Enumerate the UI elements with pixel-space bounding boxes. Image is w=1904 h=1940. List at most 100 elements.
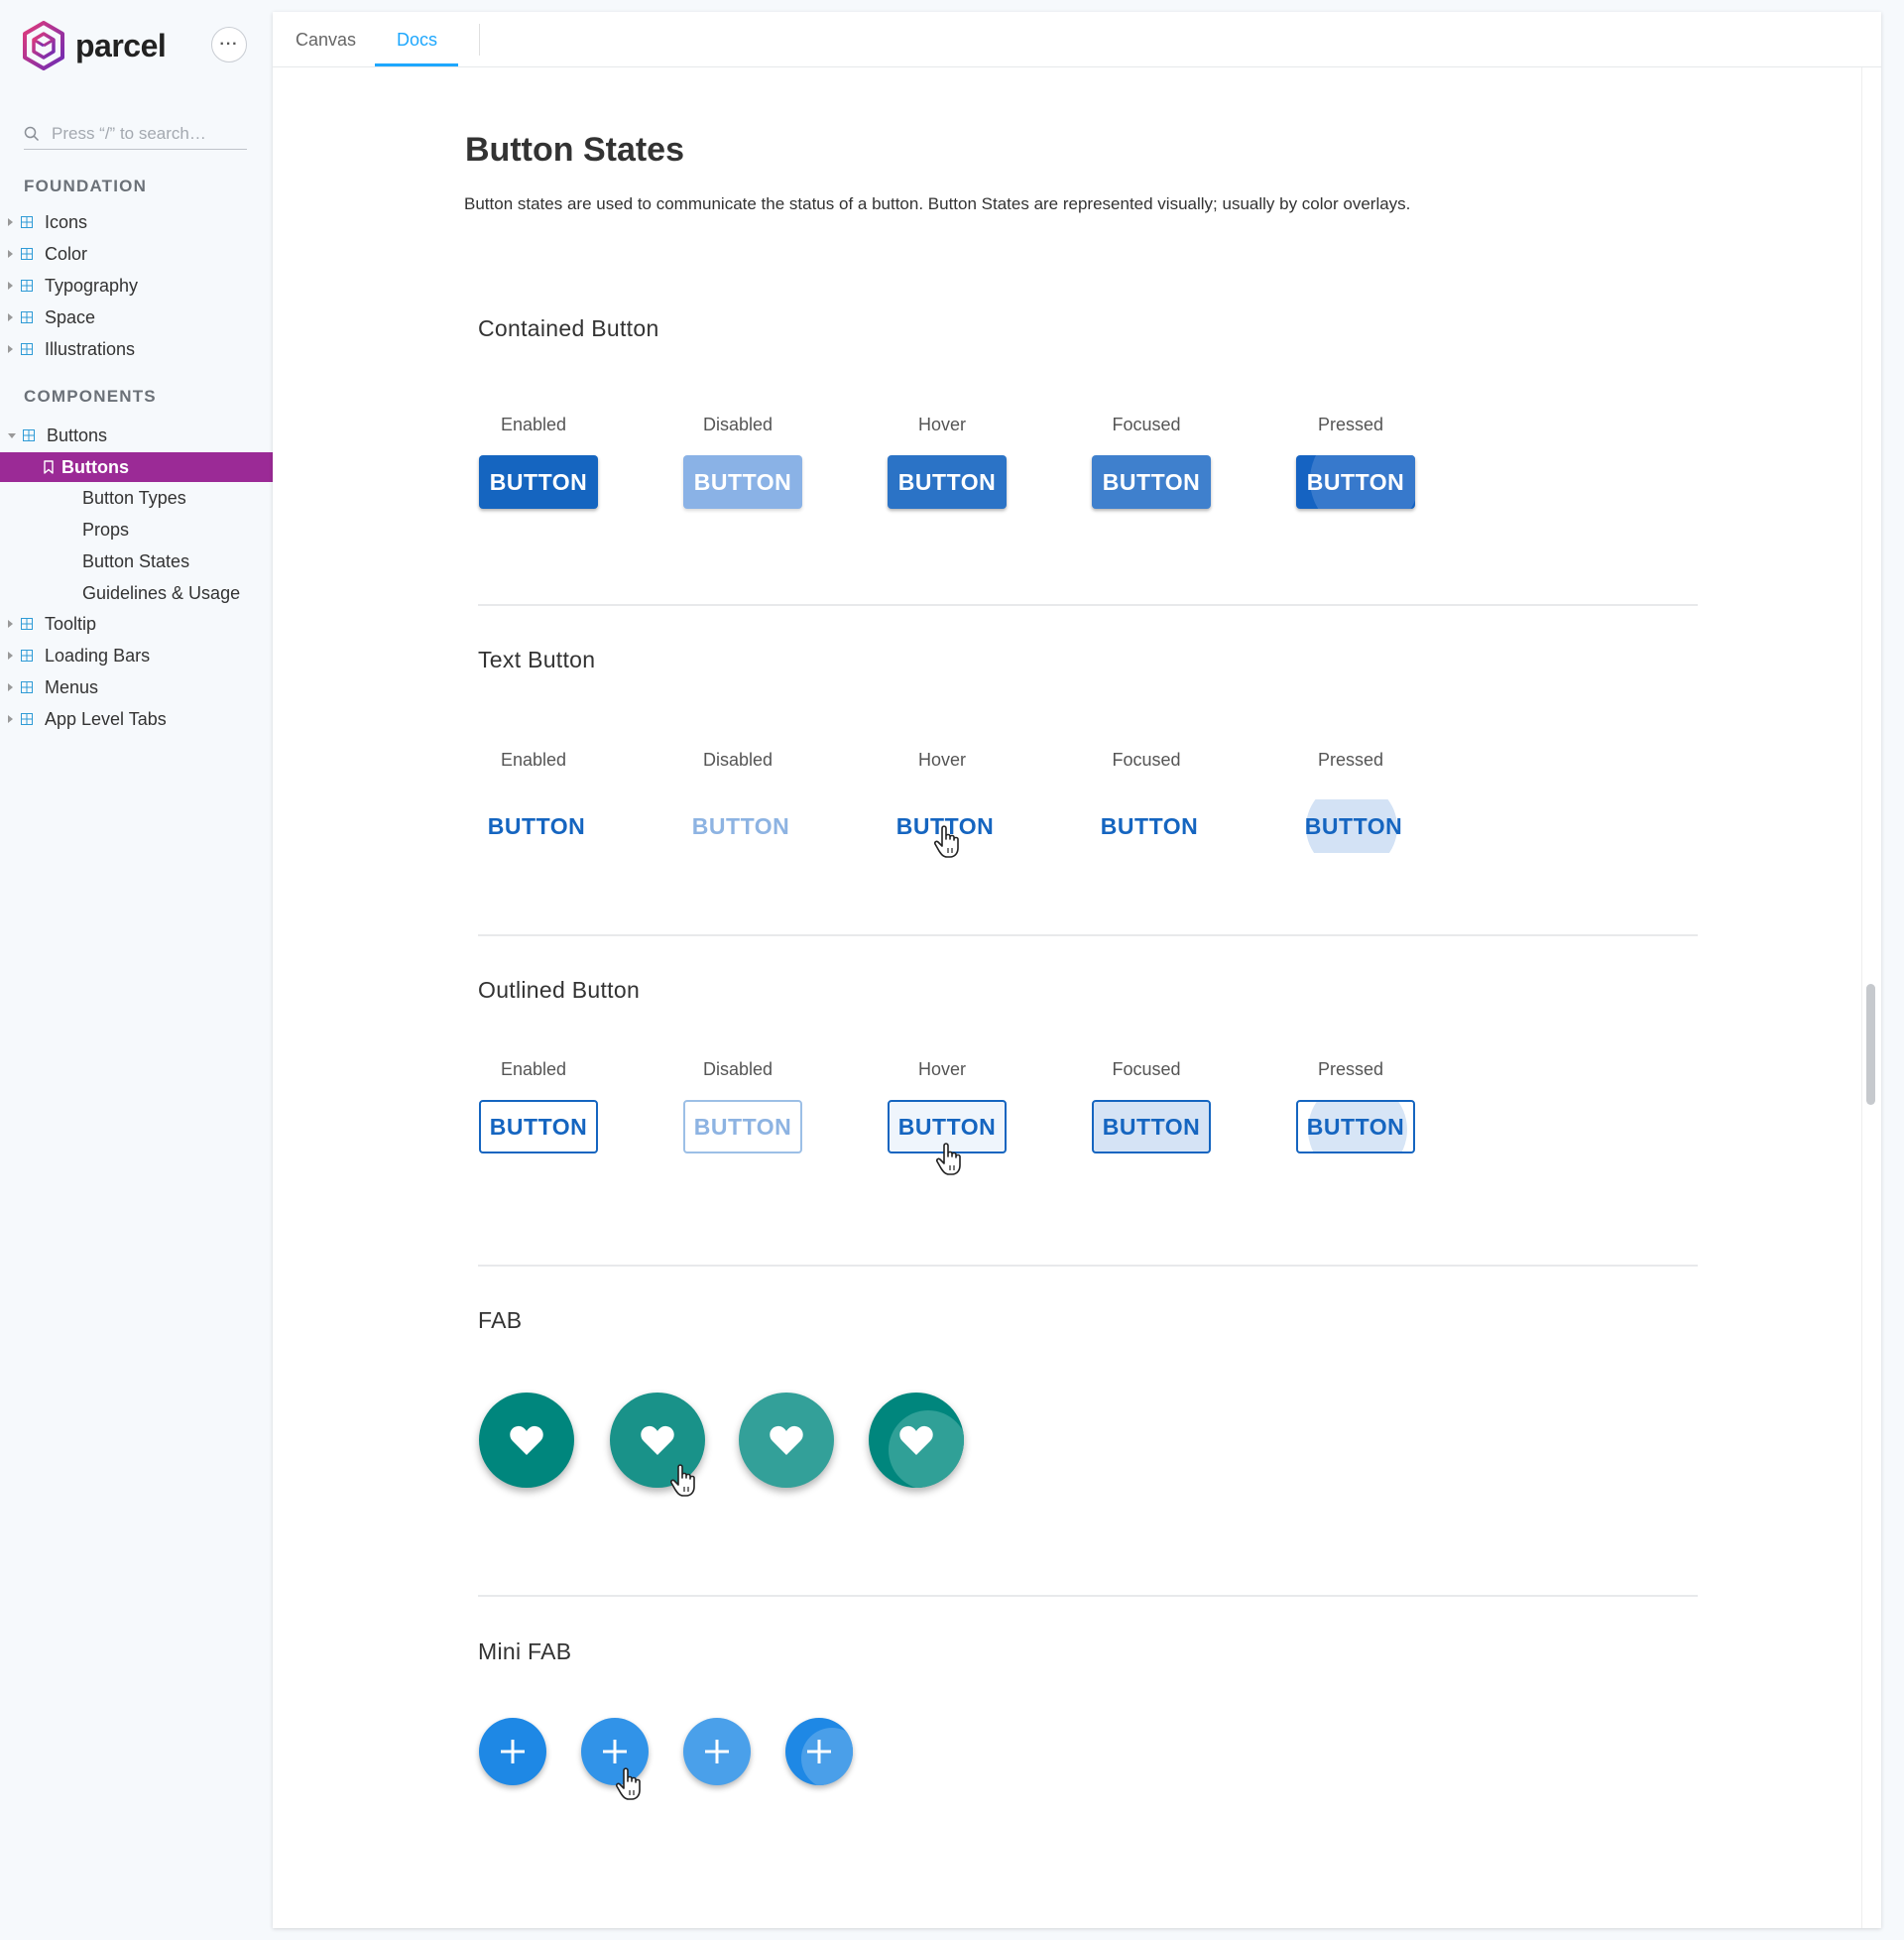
plus-icon xyxy=(501,1740,525,1763)
page-title: Button States xyxy=(465,131,684,169)
fab-pressed[interactable] xyxy=(869,1393,964,1488)
outlined-button-disabled: BUTTON xyxy=(683,1100,802,1153)
heart-icon xyxy=(510,1425,543,1455)
contained-button-hover[interactable]: BUTTON xyxy=(888,455,1007,509)
sidebar-item-color[interactable]: Color xyxy=(0,238,273,270)
mini-fab-enabled[interactable] xyxy=(479,1718,546,1785)
button-label: BUTTON xyxy=(691,812,790,839)
component-grid-icon xyxy=(23,429,35,441)
outlined-button-enabled[interactable]: BUTTON xyxy=(479,1100,598,1153)
sidebar-item-loading-bars[interactable]: Loading Bars xyxy=(0,640,273,671)
caret-right-icon xyxy=(8,282,13,290)
outlined-button-pressed[interactable]: BUTTON xyxy=(1296,1100,1415,1153)
sidebar-item-buttons-group[interactable]: Buttons xyxy=(0,420,273,451)
button-label: BUTTON xyxy=(1306,1113,1405,1140)
sidebar-subitem-button-types[interactable]: Button Types xyxy=(82,488,186,509)
mini-fab-focused[interactable] xyxy=(683,1718,751,1785)
component-grid-icon xyxy=(21,650,33,662)
contained-button-disabled: BUTTON xyxy=(683,455,802,509)
section-divider xyxy=(478,1265,1698,1267)
state-label-focused: Focused xyxy=(1112,750,1181,770)
outlined-button-focused[interactable]: BUTTON xyxy=(1092,1100,1211,1153)
sidebar-item-label: App Level Tabs xyxy=(45,708,167,729)
scrollbar-thumb[interactable] xyxy=(1866,984,1875,1105)
section-divider xyxy=(478,934,1698,936)
caret-right-icon xyxy=(8,683,13,691)
state-label-focused: Focused xyxy=(1112,1059,1181,1079)
fab-enabled[interactable] xyxy=(479,1393,574,1488)
section-title-text: Text Button xyxy=(478,647,596,672)
sidebar-item-icons[interactable]: Icons xyxy=(0,206,273,238)
sidebar-item-label: Illustrations xyxy=(45,338,136,359)
caret-right-icon xyxy=(8,620,13,628)
section-divider xyxy=(478,604,1698,606)
sidebar-subitem-button-states[interactable]: Button States xyxy=(82,551,189,572)
tab-canvas[interactable]: Canvas xyxy=(296,30,356,51)
heart-icon xyxy=(770,1425,803,1455)
section-title-mini-fab: Mini FAB xyxy=(478,1638,572,1664)
bookmark-icon xyxy=(44,460,54,474)
search-input[interactable] xyxy=(50,123,242,145)
button-label: BUTTON xyxy=(1304,812,1403,839)
caret-down-icon xyxy=(8,432,16,438)
button-label: BUTTON xyxy=(1102,468,1201,495)
sidebar-item-app-level-tabs[interactable]: App Level Tabs xyxy=(0,703,273,735)
state-label-hover: Hover xyxy=(917,750,966,770)
components-heading: COMPONENTS xyxy=(24,387,157,406)
app-logo[interactable]: parcel xyxy=(22,21,167,70)
sidebar-item-label: Buttons xyxy=(61,456,129,477)
button-label: BUTTON xyxy=(487,812,586,839)
caret-right-icon xyxy=(8,218,13,226)
sidebar-item-typography[interactable]: Typography xyxy=(0,270,273,302)
component-grid-icon xyxy=(21,343,33,355)
state-label-disabled: Disabled xyxy=(702,750,774,770)
fab-focused[interactable] xyxy=(739,1393,834,1488)
heart-icon xyxy=(641,1425,674,1455)
state-label-enabled: Enabled xyxy=(500,750,567,770)
contained-button-enabled[interactable]: BUTTON xyxy=(479,455,598,509)
sidebar-item-buttons-docs[interactable]: Buttons xyxy=(0,452,273,482)
state-label-disabled: Disabled xyxy=(702,415,774,434)
hand-cursor-icon xyxy=(935,1143,961,1175)
sidebar-item-label: Buttons xyxy=(47,424,108,445)
sidebar-item-label: Loading Bars xyxy=(45,645,151,666)
sidebar-item-label: Color xyxy=(45,243,88,264)
caret-right-icon xyxy=(8,313,13,321)
search-bar[interactable] xyxy=(24,119,247,150)
tab-bar: Canvas Docs xyxy=(273,12,1881,67)
sidebar-item-label: Menus xyxy=(45,676,99,697)
sidebar-item-illustrations[interactable]: Illustrations xyxy=(0,333,273,365)
component-grid-icon xyxy=(21,713,33,725)
sidebar-item-tooltip[interactable]: Tooltip xyxy=(0,608,273,640)
caret-right-icon xyxy=(8,250,13,258)
sidebar-item-label: Tooltip xyxy=(45,613,97,634)
mini-fab-pressed[interactable] xyxy=(785,1718,853,1785)
caret-right-icon xyxy=(8,652,13,660)
button-label: BUTTON xyxy=(1100,812,1199,839)
tab-docs[interactable]: Docs xyxy=(397,30,437,51)
sidebar-subitem-props[interactable]: Props xyxy=(82,520,129,541)
button-label: BUTTON xyxy=(489,468,588,495)
text-button-enabled[interactable]: BUTTON xyxy=(477,799,596,853)
caret-right-icon xyxy=(8,715,13,723)
text-button-focused[interactable]: BUTTON xyxy=(1090,799,1209,853)
section-title-fab: FAB xyxy=(478,1307,523,1333)
heart-icon xyxy=(899,1425,933,1455)
sidebar-subitem-guidelines[interactable]: Guidelines & Usage xyxy=(82,583,240,604)
parcel-logo-icon xyxy=(23,21,64,70)
more-options-button[interactable]: ··· xyxy=(211,27,247,62)
sidebar-item-space[interactable]: Space xyxy=(0,302,273,333)
component-grid-icon xyxy=(21,618,33,630)
sidebar-item-menus[interactable]: Menus xyxy=(0,671,273,703)
scrollbar-track[interactable] xyxy=(1861,67,1862,1928)
plus-icon xyxy=(807,1740,831,1763)
text-button-pressed[interactable]: BUTTON xyxy=(1294,799,1413,853)
contained-button-pressed[interactable]: BUTTON xyxy=(1296,455,1415,509)
text-button-disabled: BUTTON xyxy=(681,799,800,853)
contained-button-focused[interactable]: BUTTON xyxy=(1092,455,1211,509)
sidebar-item-label: Space xyxy=(45,306,96,327)
active-tab-indicator xyxy=(375,63,458,66)
hand-cursor-icon xyxy=(615,1767,641,1800)
section-title-outlined: Outlined Button xyxy=(478,977,641,1003)
state-label-hover: Hover xyxy=(917,1059,966,1079)
